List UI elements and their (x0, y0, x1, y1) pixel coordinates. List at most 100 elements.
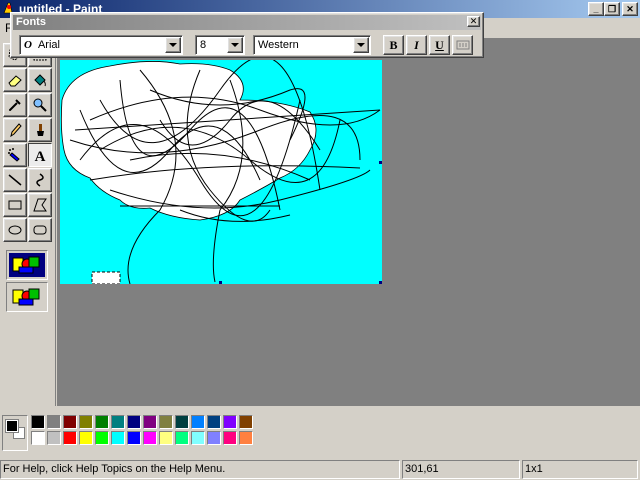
opaque-background-option[interactable] (9, 253, 45, 277)
drawing-canvas[interactable] (60, 60, 382, 284)
status-coordinates: 301,61 (402, 460, 520, 479)
pencil-icon (10, 123, 22, 138)
pencil-tool[interactable] (3, 118, 27, 142)
curve-icon (36, 173, 44, 187)
script-value: Western (258, 39, 299, 51)
transparent-options (6, 282, 48, 312)
color-swatch[interactable] (127, 431, 141, 445)
script-select[interactable]: Western (253, 35, 371, 55)
color-swatch[interactable] (79, 415, 93, 429)
italic-button[interactable]: I (406, 35, 427, 55)
fonts-toolbar: Fonts ✕ O Arial 8 Western B I U (10, 12, 484, 58)
fonts-toolbar-title: Fonts (16, 16, 46, 28)
color-swatch[interactable] (207, 431, 221, 445)
font-name-select[interactable]: O Arial (19, 35, 183, 55)
fonts-toolbar-caption[interactable]: Fonts (13, 15, 481, 30)
fill-with-color-tool[interactable] (28, 68, 52, 92)
polygon-icon (33, 198, 47, 212)
status-help-text: For Help, click Help Topics on the Help … (0, 460, 400, 479)
line-icon (8, 174, 22, 186)
font-size-select[interactable]: 8 (195, 35, 245, 55)
color-swatch[interactable] (191, 415, 205, 429)
ellipse-icon (8, 225, 22, 235)
text-selection-box[interactable] (91, 271, 121, 284)
color-swatch[interactable] (143, 415, 157, 429)
color-swatch[interactable] (47, 431, 61, 445)
underline-button[interactable]: U (429, 35, 450, 55)
rounded-rectangle-icon (33, 225, 47, 235)
eyedropper-icon (9, 99, 21, 111)
chevron-down-icon (357, 42, 365, 47)
font-name-dropdown-button[interactable] (165, 37, 181, 53)
color-swatch[interactable] (175, 415, 189, 429)
text-tool[interactable]: A (28, 143, 52, 167)
pick-color-tool[interactable] (3, 93, 27, 117)
rounded-rectangle-tool[interactable] (28, 218, 52, 242)
color-swatch[interactable] (111, 415, 125, 429)
font-name-text: Arial (37, 39, 60, 51)
color-swatch[interactable] (143, 431, 157, 445)
chevron-down-icon (231, 42, 239, 47)
color-swatch[interactable] (207, 415, 221, 429)
polygon-tool[interactable] (28, 193, 52, 217)
vertical-text-button[interactable] (452, 35, 473, 55)
color-swatch[interactable] (191, 431, 205, 445)
color-swatch[interactable] (159, 431, 173, 445)
color-swatch[interactable] (79, 431, 93, 445)
line-tool[interactable] (3, 168, 27, 192)
maximize-button[interactable]: ❐ (604, 2, 620, 16)
status-bar: For Help, click Help Topics on the Help … (0, 458, 640, 480)
color-swatch[interactable] (159, 415, 173, 429)
eraser-tool[interactable] (3, 68, 27, 92)
font-name-value: O Arial (24, 39, 60, 51)
brush-tool[interactable] (28, 118, 52, 142)
fonts-toolbar-close-button[interactable]: ✕ (467, 16, 480, 27)
svg-text:A: A (35, 149, 46, 163)
font-size-dropdown-button[interactable] (227, 37, 243, 53)
color-swatch[interactable] (239, 415, 253, 429)
color-swatch[interactable] (95, 415, 109, 429)
color-swatch[interactable] (63, 431, 77, 445)
color-swatch[interactable] (111, 431, 125, 445)
color-swatch[interactable] (95, 431, 109, 445)
curve-tool[interactable] (28, 168, 52, 192)
color-swatch[interactable] (63, 415, 77, 429)
canvas-resize-handle-right[interactable] (379, 161, 382, 164)
text-a-icon: A (35, 149, 46, 163)
transparent-background-icon (12, 288, 40, 306)
canvas-resize-handle-bottom[interactable] (219, 281, 222, 284)
color-box (0, 410, 640, 458)
color-swatch[interactable] (223, 415, 237, 429)
rectangle-tool[interactable] (3, 193, 27, 217)
script-dropdown-button[interactable] (353, 37, 369, 53)
color-swatch[interactable] (239, 431, 253, 445)
canvas-resize-handle-corner[interactable] (379, 281, 382, 284)
magnifier-tool[interactable] (28, 93, 52, 117)
opaque-background-icon (12, 256, 40, 274)
magnifier-icon (33, 98, 47, 112)
current-colors (2, 415, 28, 451)
brush-icon (37, 124, 44, 136)
bold-button[interactable]: B (383, 35, 404, 55)
color-swatch[interactable] (31, 431, 45, 445)
chevron-down-icon (169, 42, 177, 47)
opentype-font-icon: O (24, 39, 32, 51)
color-swatch[interactable] (127, 415, 141, 429)
status-selection-size: 1x1 (522, 460, 638, 479)
rectangle-icon (8, 200, 22, 210)
color-swatch[interactable] (223, 431, 237, 445)
color-swatch[interactable] (31, 415, 45, 429)
color-swatch[interactable] (175, 431, 189, 445)
color-swatch[interactable] (47, 415, 61, 429)
minimize-button[interactable]: _ (588, 2, 604, 16)
ellipse-tool[interactable] (3, 218, 27, 242)
foreground-color-indicator (5, 419, 19, 433)
text-background-options (6, 250, 48, 280)
tool-box: A (0, 40, 56, 406)
vertical-text-icon (456, 40, 469, 50)
airbrush-tool[interactable] (3, 143, 27, 167)
eraser-icon (8, 75, 22, 87)
close-button[interactable]: ✕ (622, 2, 638, 16)
airbrush-icon (8, 148, 20, 162)
transparent-background-option[interactable] (9, 285, 45, 309)
